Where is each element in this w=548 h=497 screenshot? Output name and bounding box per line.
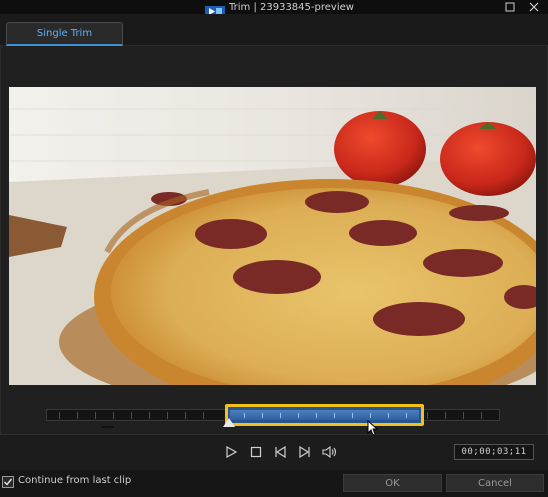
timeline-tick xyxy=(185,412,186,419)
app-logo-icon xyxy=(205,2,225,17)
dialog-footer: Continue from last clip OK Cancel xyxy=(0,470,548,497)
stop-button[interactable] xyxy=(249,445,263,459)
timeline-tick xyxy=(77,412,78,419)
trim-stage xyxy=(0,46,548,436)
cancel-button[interactable]: Cancel xyxy=(446,474,544,492)
playback-controls: 00;00;03;11 xyxy=(0,434,548,470)
timeline-tick xyxy=(59,412,60,419)
trim-dialog: Trim | 23933845-preview Single Trim 00;0… xyxy=(0,0,548,497)
title-bar: Trim | 23933845-preview xyxy=(0,0,548,17)
timeline-tick xyxy=(131,412,132,419)
previous-frame-icon xyxy=(275,446,286,458)
timeline-tick xyxy=(149,412,150,419)
restore-icon xyxy=(505,2,515,12)
stop-icon xyxy=(250,446,262,458)
selection-fill xyxy=(230,410,419,420)
mark-in-handle[interactable] xyxy=(223,418,235,427)
tab-single-trim[interactable]: Single Trim xyxy=(6,22,123,46)
video-frame-image xyxy=(9,87,536,385)
close-icon xyxy=(529,2,539,12)
timeline-tick xyxy=(203,412,204,419)
next-frame-button[interactable] xyxy=(297,445,311,459)
video-preview xyxy=(9,87,536,385)
volume-button[interactable] xyxy=(322,445,338,459)
window-title: Trim | 23933845-preview xyxy=(229,1,354,13)
timeline-tick xyxy=(95,412,96,419)
volume-icon xyxy=(322,446,337,458)
play-button[interactable] xyxy=(224,445,238,459)
ok-button[interactable]: OK xyxy=(343,474,442,492)
checkmark-icon xyxy=(4,478,13,486)
next-frame-icon xyxy=(299,446,310,458)
timeline-tick xyxy=(481,412,482,419)
trim-selection-range[interactable] xyxy=(225,404,424,426)
timeline-tick xyxy=(463,412,464,419)
restore-button[interactable] xyxy=(502,0,518,14)
timeline-tick xyxy=(113,412,114,419)
close-button[interactable] xyxy=(526,0,542,14)
play-icon xyxy=(226,446,237,458)
timeline-tick xyxy=(427,412,428,419)
timeline-tick xyxy=(445,412,446,419)
previous-frame-button[interactable] xyxy=(274,445,288,459)
continue-checkbox[interactable] xyxy=(2,476,14,488)
continue-checkbox-label[interactable]: Continue from last clip xyxy=(18,475,131,486)
title-group: Trim | 23933845-preview xyxy=(205,0,354,17)
tab-strip: Single Trim xyxy=(0,14,548,46)
timecode-display[interactable]: 00;00;03;11 xyxy=(454,444,534,460)
timeline-marker xyxy=(101,426,114,428)
timeline-tick xyxy=(167,412,168,419)
